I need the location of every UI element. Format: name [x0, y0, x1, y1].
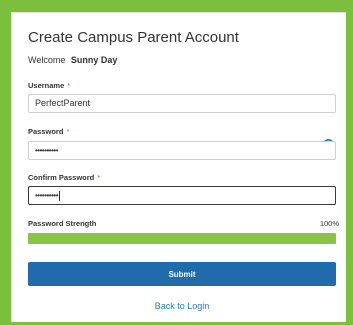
password-strength-bar — [28, 233, 336, 244]
welcome-user-name: Sunny Day — [70, 55, 118, 65]
welcome-prefix: Welcome — [28, 55, 66, 65]
password-required-mark: * — [66, 127, 70, 136]
account-card: Create Campus Parent Account Welcome Sun… — [11, 12, 346, 322]
username-value: PerfectParent — [35, 98, 91, 108]
password-strength-percent: 100% — [319, 219, 339, 228]
username-label-text: Username — [28, 81, 65, 90]
password-strength-row: Password Strength 100% — [28, 219, 339, 228]
username-label: Username * — [28, 81, 70, 90]
welcome-message: Welcome Sunny Day — [28, 55, 117, 65]
confirm-password-required-mark: * — [97, 173, 101, 182]
password-input[interactable]: •••••••••• — [28, 141, 336, 160]
confirm-password-label-text: Confirm Password — [28, 173, 95, 182]
submit-button[interactable]: Submit — [28, 262, 336, 286]
password-strength-label: Password Strength — [28, 219, 97, 228]
username-required-mark: * — [67, 81, 71, 90]
confirm-password-value: •••••••••• — [35, 191, 59, 200]
confirm-password-input[interactable]: •••••••••• — [28, 186, 336, 205]
password-strength-fill — [28, 233, 336, 244]
password-value: •••••••••• — [35, 146, 59, 155]
username-input[interactable]: PerfectParent — [28, 94, 336, 113]
back-to-login-link[interactable]: Back to Login — [28, 301, 336, 311]
password-label-text: Password — [28, 127, 64, 136]
page-title: Create Campus Parent Account — [28, 29, 239, 46]
confirm-password-label: Confirm Password * — [28, 173, 100, 182]
text-caret — [59, 190, 61, 201]
password-label: Password * — [28, 127, 69, 136]
